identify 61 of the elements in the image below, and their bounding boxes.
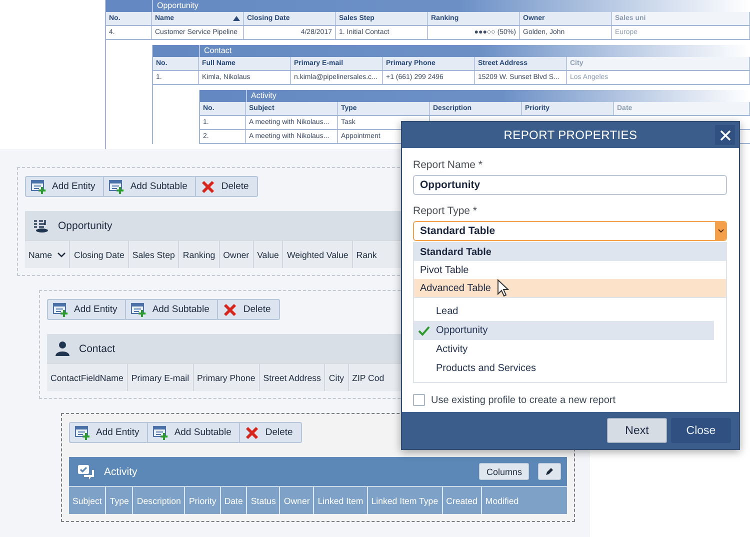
column-header[interactable]: Ranking	[179, 241, 220, 268]
table-add-icon	[53, 302, 68, 316]
checkbox[interactable]	[413, 394, 425, 406]
edit-button[interactable]	[538, 463, 561, 480]
table-add-icon	[75, 426, 90, 440]
table-add-icon	[153, 426, 168, 440]
dialog-title: REPORT PROPERTIES	[504, 128, 638, 142]
next-button[interactable]: Next	[607, 418, 667, 443]
delete-button[interactable]: Delete	[195, 176, 258, 197]
delete-button[interactable]: Delete	[239, 422, 302, 443]
checkmark-icon	[418, 326, 430, 336]
report-type-dropdown[interactable]: Standard Table	[413, 221, 727, 241]
column-header[interactable]: Sales Step	[128, 241, 180, 268]
table-add-icon	[131, 302, 146, 316]
close-button[interactable]	[715, 125, 735, 145]
person-icon	[55, 341, 70, 356]
add-button[interactable]: Add Entity	[25, 176, 104, 197]
table-add-icon	[31, 180, 46, 194]
table-title: Contact	[203, 45, 232, 57]
column-header[interactable]: ContactFieldName	[47, 364, 128, 391]
column-header[interactable]: Value	[254, 241, 284, 268]
add-button[interactable]: Add Subtable	[125, 299, 218, 320]
entity-header[interactable]: Activity Columns	[69, 457, 567, 486]
dropdown-option[interactable]: Standard Table	[414, 243, 726, 261]
entity-title: Opportunity	[58, 220, 112, 232]
entity-title: Activity	[104, 466, 138, 478]
column-header[interactable]: Owner	[220, 241, 254, 268]
report-name-field[interactable]: Opportunity	[413, 175, 727, 195]
add-button[interactable]: Add Entity	[47, 299, 126, 320]
add-button[interactable]: Add Subtable	[147, 422, 240, 443]
table-title: Opportunity	[156, 0, 198, 12]
sort-up-icon	[233, 16, 240, 21]
columns-button[interactable]: Columns	[479, 463, 529, 480]
chat-check-icon	[77, 464, 95, 480]
column-header[interactable]: Closing Date	[70, 241, 129, 268]
entity-title: Contact	[79, 342, 116, 354]
delete-icon	[201, 180, 216, 194]
column-header[interactable]: Primary Phone	[194, 364, 260, 391]
add-button[interactable]: Add Entity	[69, 422, 148, 443]
close-icon	[720, 130, 730, 140]
close-button[interactable]: Close	[671, 418, 731, 443]
column-header[interactable]: Street Address	[260, 364, 326, 391]
column-header[interactable]: Name	[25, 241, 70, 268]
add-button[interactable]: Add Subtable	[103, 176, 196, 197]
delete-icon	[223, 302, 238, 316]
caret-icon	[718, 229, 724, 233]
field-label: Report Name *	[413, 159, 484, 171]
list-stack-icon	[33, 218, 49, 232]
delete-button[interactable]: Delete	[217, 299, 280, 320]
checkbox-label: Use existing profile to create a new report	[431, 394, 616, 406]
dropdown-option[interactable]: Advanced Table	[414, 279, 726, 297]
table-title: Activity	[250, 90, 276, 102]
column-header[interactable]: Primary E-mail	[128, 364, 194, 391]
entity-item[interactable]: Opportunity	[414, 321, 714, 340]
column-header[interactable]: Weighted Value	[283, 241, 353, 268]
chevron-down-icon	[56, 252, 66, 258]
pencil-icon	[545, 467, 554, 476]
column-header[interactable]: City	[325, 364, 349, 391]
delete-icon	[245, 426, 260, 440]
mouse-cursor-icon	[497, 279, 509, 297]
table-add-icon	[109, 180, 124, 194]
